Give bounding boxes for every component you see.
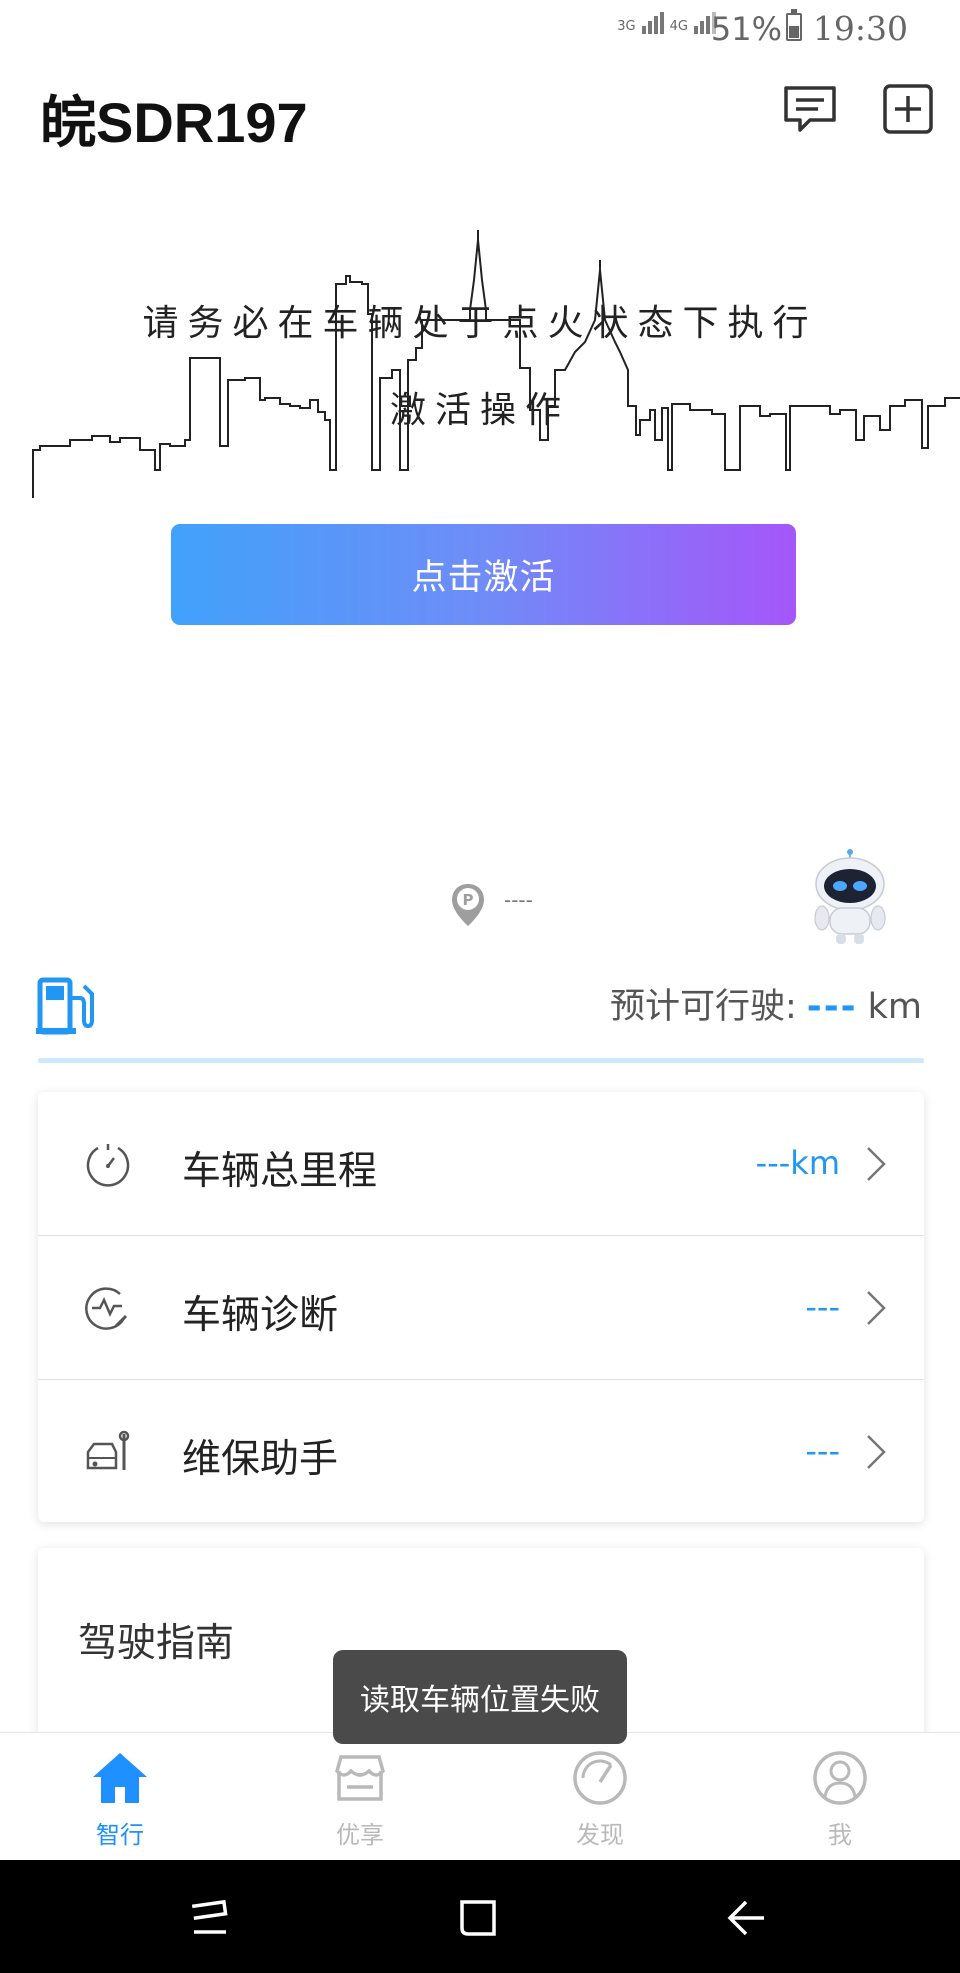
battery-icon <box>786 9 802 41</box>
add-icon[interactable] <box>878 82 938 138</box>
range-label: 预计可行驶: <box>610 987 797 1027</box>
tab-wo[interactable]: 我 <box>780 1749 900 1857</box>
city-skyline-illustration <box>32 230 960 498</box>
tab-zhixing[interactable]: 智行 <box>60 1749 180 1857</box>
maintenance-label: 维保助手 <box>182 1437 339 1482</box>
tab-label: 发现 <box>576 1821 624 1849</box>
network-4g-label: 4G <box>669 19 688 34</box>
mileage-label: 车辆总里程 <box>182 1149 378 1194</box>
activate-button[interactable]: 点击激活 <box>171 524 796 625</box>
chevron-right-icon <box>867 1435 886 1469</box>
maintenance-icon <box>86 1430 130 1470</box>
home-icon <box>93 1753 147 1803</box>
status-time: 19:30 <box>812 9 908 48</box>
fuel-level-bar <box>38 1058 924 1063</box>
tab-youxiang[interactable]: 优享 <box>300 1749 420 1857</box>
activation-instruction: 请务必在车辆处于点火状态下执行 <box>142 303 818 344</box>
bottom-nav: 智行 优享 发现 我 <box>0 1732 960 1860</box>
chevron-right-icon <box>867 1291 886 1325</box>
tab-faxian[interactable]: 发现 <box>540 1749 660 1857</box>
plate-title: 皖SDR197 <box>40 91 308 154</box>
fuel-pump-icon <box>36 977 94 1035</box>
recent-apps-icon[interactable] <box>186 1894 234 1942</box>
activation-instruction-2: 激活操作 <box>389 390 570 431</box>
store-icon <box>335 1755 385 1801</box>
diagnosis-icon <box>85 1287 128 1330</box>
diagnosis-label: 车辆诊断 <box>182 1293 339 1338</box>
odometer-icon <box>86 1144 130 1187</box>
discover-icon <box>573 1751 627 1805</box>
chevron-right-icon <box>867 1147 886 1181</box>
robot-assistant-icon[interactable] <box>800 848 900 948</box>
driving-guide-title: 驾驶指南 <box>78 1621 235 1666</box>
network-indicators: 3G 4G <box>617 12 716 34</box>
toast-message: 读取车辆位置失败 <box>333 1650 627 1744</box>
message-icon[interactable] <box>780 82 840 138</box>
location-text: ---- <box>504 888 533 912</box>
back-icon[interactable] <box>722 1894 770 1942</box>
range-value: --- <box>806 986 858 1027</box>
status-bar: 3G 4G 51% 19:30 <box>0 0 960 58</box>
estimated-range: 预计可行驶: --- km <box>610 978 922 1029</box>
tab-label: 我 <box>828 1821 852 1849</box>
diagnosis-value: --- <box>805 1288 840 1326</box>
diagnosis-row[interactable]: 车辆诊断 --- <box>38 1236 924 1380</box>
maintenance-value: --- <box>805 1432 840 1470</box>
svg-text:P: P <box>463 891 474 909</box>
mileage-row[interactable]: 车辆总里程 ---km <box>38 1092 924 1236</box>
range-unit: km <box>867 987 922 1027</box>
tab-label: 优享 <box>336 1821 384 1849</box>
tab-label: 智行 <box>96 1821 144 1849</box>
signal-icon <box>641 12 664 34</box>
maintenance-row[interactable]: 维保助手 --- <box>38 1380 924 1524</box>
vehicle-info-card: 车辆总里程 ---km 车辆诊断 --- 维保助手 --- <box>38 1092 924 1522</box>
battery-percent: 51% <box>710 10 782 48</box>
profile-icon <box>813 1751 867 1805</box>
mileage-value: ---km <box>755 1144 840 1182</box>
network-3g-label: 3G <box>617 19 636 34</box>
system-nav-bar <box>0 1860 960 1973</box>
home-button-icon[interactable] <box>454 1894 502 1942</box>
parking-location-icon: P <box>452 884 484 926</box>
